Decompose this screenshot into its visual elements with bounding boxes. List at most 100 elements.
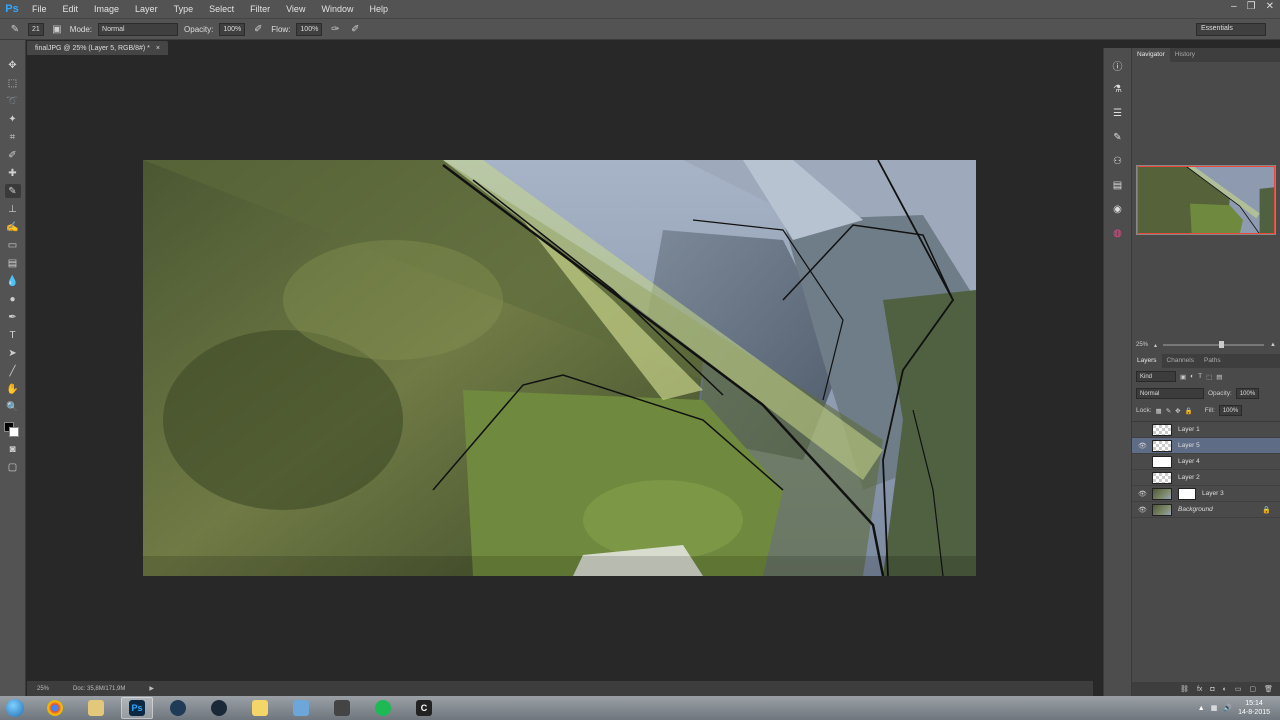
marquee-tool-icon[interactable]: ⬚	[5, 76, 21, 90]
brush-tool-icon[interactable]: ✎	[4, 184, 21, 198]
zoom-tool-icon[interactable]: 🔍	[5, 400, 21, 414]
filter-shape-icon[interactable]: ⬚	[1206, 373, 1212, 381]
fx-icon[interactable]: fx	[1197, 686, 1202, 693]
taskbar-folder[interactable]	[244, 697, 276, 719]
layer-row[interactable]: Layer 1	[1132, 422, 1280, 438]
clock[interactable]: 15:14 14-8-2015	[1238, 699, 1270, 717]
menu-view[interactable]: View	[278, 0, 313, 18]
layer-row[interactable]: 👁 Layer 3	[1132, 486, 1280, 502]
network-icon[interactable]: ▦	[1211, 704, 1218, 712]
layer-mask-thumbnail[interactable]	[1178, 487, 1196, 500]
navigator-zoom-value[interactable]: 25%	[1136, 342, 1148, 348]
taskbar-spotify[interactable]	[367, 697, 399, 719]
quick-select-tool-icon[interactable]: ✦	[5, 112, 21, 126]
menu-type[interactable]: Type	[166, 0, 202, 18]
lock-position-icon[interactable]: ✥	[1175, 407, 1180, 415]
zoom-in-icon[interactable]: ▲	[1270, 342, 1276, 348]
styles-icon[interactable]: ◉	[1110, 202, 1126, 216]
filter-smart-object-icon[interactable]: ▤	[1216, 373, 1222, 381]
layer-row[interactable]: Layer 4	[1132, 454, 1280, 470]
filter-type-icon[interactable]: T	[1198, 373, 1202, 380]
layer-row[interactable]: 👁 Layer 5	[1132, 438, 1280, 454]
minimize-icon[interactable]: –	[1231, 1, 1237, 12]
pressure-size-icon[interactable]: ✐	[348, 22, 362, 36]
quick-mask-icon[interactable]: ◙	[5, 442, 21, 456]
blur-tool-icon[interactable]: 💧	[5, 274, 21, 288]
navigator-zoom-knob[interactable]	[1218, 341, 1224, 348]
taskbar-paint[interactable]	[285, 697, 317, 719]
menu-edit[interactable]: Edit	[55, 0, 87, 18]
clone-source-icon[interactable]: ⚇	[1110, 154, 1126, 168]
close-document-icon[interactable]: ×	[156, 45, 160, 52]
pen-tool-icon[interactable]: ✒	[5, 310, 21, 324]
brush-tool-preset-icon[interactable]: ✎	[8, 22, 22, 36]
eyedropper-tool-icon[interactable]: ✐	[5, 148, 21, 162]
path-selection-tool-icon[interactable]: ➤	[5, 346, 21, 360]
layer-opacity-input[interactable]: 100%	[1235, 388, 1260, 399]
filter-adjustment-icon[interactable]: ◐	[1190, 373, 1194, 380]
gradient-tool-icon[interactable]: ▤	[5, 256, 21, 270]
screen-mode-icon[interactable]: ▢	[5, 460, 21, 474]
clone-stamp-tool-icon[interactable]: ⊥	[5, 202, 21, 216]
menu-file[interactable]: File	[24, 0, 55, 18]
taskbar-explorer[interactable]	[80, 697, 112, 719]
lock-all-icon[interactable]: 🔒	[1185, 407, 1193, 415]
taskbar-cinema4d[interactable]: C	[408, 697, 440, 719]
zoom-out-icon[interactable]: ▴	[1154, 342, 1157, 349]
brush-panel-toggle-icon[interactable]: ▣	[50, 22, 64, 36]
healing-brush-tool-icon[interactable]: ✚	[5, 166, 21, 180]
flow-input[interactable]: 100%	[296, 22, 323, 36]
lock-pixels-icon[interactable]: ✎	[1166, 407, 1171, 415]
crop-tool-icon[interactable]: ⌗	[5, 130, 21, 144]
close-icon[interactable]: ✕	[1266, 1, 1274, 12]
hand-tool-icon[interactable]: ✋	[5, 382, 21, 396]
opacity-input[interactable]: 100%	[219, 22, 246, 36]
layer-row[interactable]: 👁 Background 🔒	[1132, 502, 1280, 518]
notes-icon[interactable]: ▤	[1110, 178, 1126, 192]
taskbar-zbrush[interactable]	[326, 697, 358, 719]
status-arrow-icon[interactable]: ▶	[149, 685, 154, 692]
layer-row[interactable]: Layer 2	[1132, 470, 1280, 486]
menu-select[interactable]: Select	[201, 0, 242, 18]
document-canvas[interactable]	[143, 160, 976, 576]
tray-expand-icon[interactable]: ▲	[1198, 705, 1205, 712]
eye-icon[interactable]: 👁	[1138, 442, 1147, 450]
eye-icon[interactable]: 👁	[1138, 490, 1147, 498]
new-layer-icon[interactable]: ▢	[1249, 685, 1256, 693]
link-layers-icon[interactable]: ⛓	[1180, 685, 1189, 693]
brush-size-picker[interactable]: 21	[28, 22, 44, 36]
restore-icon[interactable]: ❐	[1247, 1, 1256, 12]
info-icon[interactable]: ⓘ	[1110, 58, 1126, 73]
tab-layers[interactable]: Layers	[1132, 354, 1162, 368]
status-zoom[interactable]: 25%	[37, 686, 49, 692]
taskbar-chrome[interactable]	[39, 697, 71, 719]
actions-icon[interactable]: ⚗	[1110, 82, 1126, 96]
color-wheel-icon[interactable]: ◍	[1110, 226, 1126, 240]
menu-help[interactable]: Help	[361, 0, 396, 18]
new-group-icon[interactable]: ▭	[1235, 685, 1242, 693]
tab-history[interactable]: History	[1170, 48, 1200, 62]
add-mask-icon[interactable]: ◘	[1210, 686, 1214, 693]
volume-icon[interactable]: 🔊	[1223, 704, 1232, 712]
dodge-tool-icon[interactable]: ●	[5, 292, 21, 306]
taskbar-steam[interactable]	[203, 697, 235, 719]
move-tool-icon[interactable]: ✥	[5, 58, 21, 72]
workspace-select[interactable]: Essentials	[1196, 23, 1266, 36]
taskbar-wacom[interactable]	[162, 697, 194, 719]
adjustments-icon[interactable]: ☰	[1110, 106, 1126, 120]
filter-pixel-icon[interactable]: ▣	[1180, 373, 1186, 381]
lock-transparent-icon[interactable]: ▦	[1156, 407, 1162, 415]
type-tool-icon[interactable]: T	[5, 328, 21, 342]
document-tab[interactable]: finalJPG @ 25% (Layer 5, RGB/8#) * ×	[27, 41, 168, 55]
adjustment-layer-icon[interactable]: ◐	[1223, 686, 1227, 693]
eraser-tool-icon[interactable]: ▭	[5, 238, 21, 252]
eye-icon[interactable]: 👁	[1138, 506, 1147, 514]
shape-tool-icon[interactable]: ╱	[5, 364, 21, 378]
menu-window[interactable]: Window	[313, 0, 361, 18]
history-brush-tool-icon[interactable]: ✍	[5, 220, 21, 234]
taskbar-photoshop[interactable]: Ps	[121, 697, 153, 719]
fill-input[interactable]: 100%	[1218, 405, 1243, 416]
blend-mode-select[interactable]: Normal	[1136, 388, 1204, 399]
menu-image[interactable]: Image	[86, 0, 127, 18]
lasso-tool-icon[interactable]: ➰	[5, 94, 21, 108]
